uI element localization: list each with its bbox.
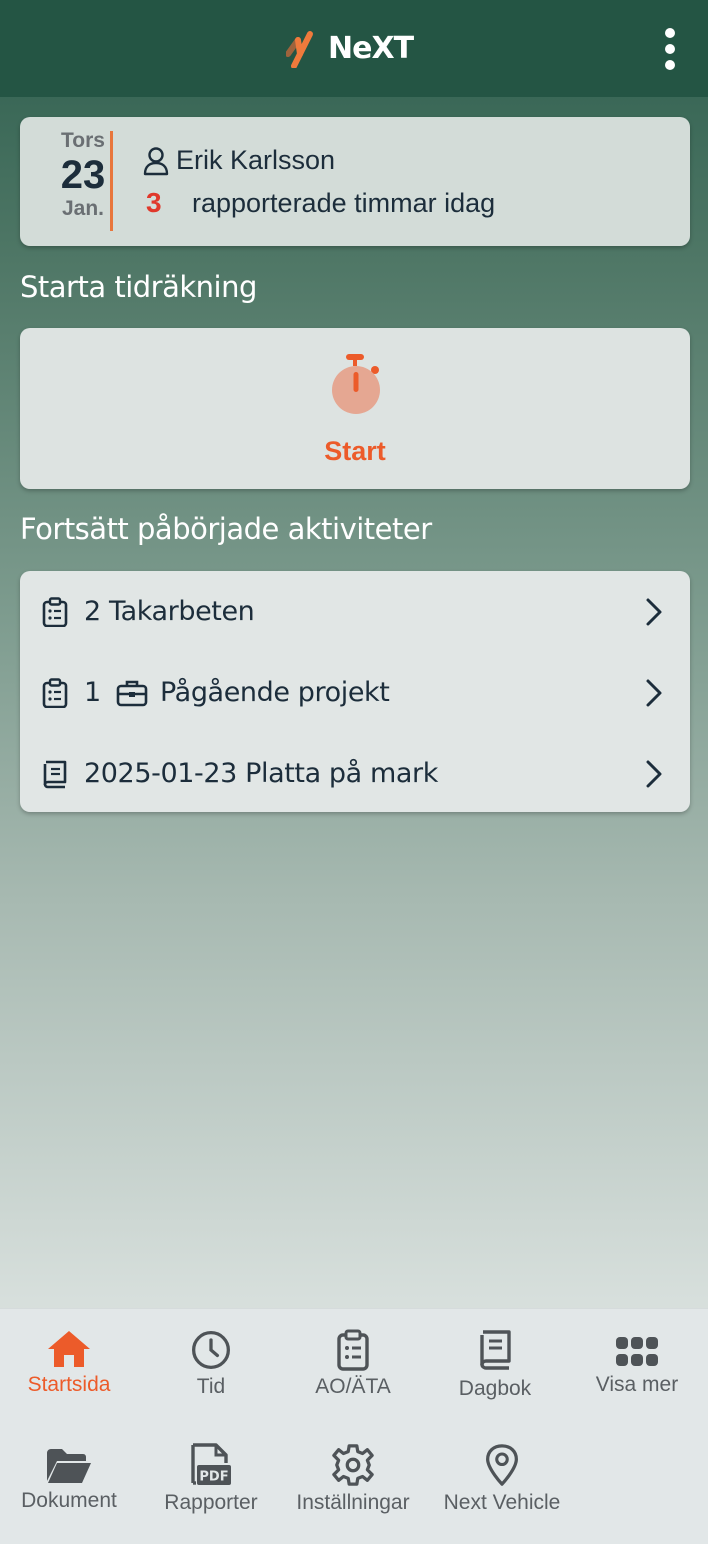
activity-label: Pågående projekt [160, 676, 390, 708]
clipboard-icon [42, 597, 68, 627]
nav-label: Inställningar [296, 1491, 410, 1514]
user-icon [143, 146, 169, 175]
stopwatch-icon [332, 354, 380, 414]
activities-list: 2 Takarbeten 1 Pågående projekt 2025-01-… [20, 571, 690, 812]
clipboard-icon [42, 678, 68, 708]
start-label: Start [324, 436, 386, 466]
chevron-right-icon [646, 679, 662, 707]
nav-installningar[interactable]: Inställningar [283, 1443, 423, 1515]
app-header: NeXT [0, 0, 708, 97]
nav-dokument[interactable]: Dokument [0, 1447, 139, 1513]
nav-label: AO/ÄTA [315, 1375, 391, 1398]
clock-icon [192, 1331, 230, 1369]
svg-text:PDF: PDF [199, 1470, 228, 1485]
start-section-title: Starta tidräkning [20, 270, 257, 304]
activity-item[interactable]: 2025-01-23 Platta på mark [20, 733, 690, 813]
chevron-right-icon [646, 598, 662, 626]
start-timer-button[interactable]: Start [20, 328, 690, 489]
nav-next-vehicle[interactable]: Next Vehicle [432, 1443, 572, 1515]
nav-label: Rapporter [164, 1491, 258, 1514]
folder-icon [47, 1449, 91, 1483]
nav-label: Tid [196, 1375, 226, 1398]
next-logo: NeXT [286, 26, 414, 70]
nav-visa-mer[interactable]: Visa mer [567, 1335, 707, 1397]
nav-startsida[interactable]: Startsida [0, 1329, 139, 1397]
nav-ao-ata[interactable]: AO/ÄTA [283, 1329, 423, 1399]
date-day: 23 [60, 153, 106, 197]
nav-label: Visa mer [595, 1373, 679, 1396]
logo-mark-icon [286, 31, 313, 68]
activity-count: 1 [84, 676, 101, 708]
home-icon [48, 1331, 90, 1367]
pdf-icon: PDF [191, 1443, 231, 1485]
book-icon [480, 1330, 511, 1370]
nav-label: Startsida [27, 1373, 111, 1396]
logo-text: NeXT [328, 30, 414, 66]
user-row: Erik Karlsson [142, 145, 335, 176]
date-month: Jan. [61, 197, 105, 220]
date-divider [110, 131, 113, 231]
activity-label: 2 Takarbeten [84, 595, 255, 627]
hours-row: 3 rapporterade timmar idag [146, 187, 495, 219]
grid-icon [616, 1337, 658, 1366]
chevron-right-icon [646, 760, 662, 788]
date-weekday: Tors [61, 129, 105, 152]
reported-hours-count: 3 [146, 187, 162, 218]
nav-label: Dagbok [458, 1377, 532, 1400]
nav-dagbok[interactable]: Dagbok [425, 1329, 565, 1401]
briefcase-icon [116, 680, 148, 707]
more-options-icon[interactable] [652, 24, 688, 74]
clipboard-icon [337, 1329, 369, 1371]
activity-item[interactable]: 1 Pågående projekt [20, 652, 690, 732]
date-block: Tors 23 Jan. [38, 129, 128, 221]
activity-label: 2025-01-23 Platta på mark [84, 757, 438, 789]
activity-item[interactable]: 2 Takarbeten [20, 571, 690, 651]
reported-hours-label: rapporterade timmar idag [192, 187, 496, 218]
activities-section-title: Fortsätt påbörjade aktiviteter [20, 512, 432, 546]
bottom-navigation: Startsida Tid AO/ÄTA Dagbok Visa mer Dok… [0, 1308, 708, 1544]
user-name: Erik Karlsson [176, 145, 336, 175]
nav-tid[interactable]: Tid [141, 1329, 281, 1399]
nav-rapporter[interactable]: PDF Rapporter [141, 1443, 281, 1515]
location-pin-icon [486, 1444, 518, 1486]
gear-icon [332, 1444, 374, 1486]
book-icon [43, 760, 67, 789]
today-summary-card: Tors 23 Jan. Erik Karlsson 3 rapporterad… [20, 117, 690, 246]
nav-label: Dokument [21, 1489, 117, 1512]
nav-label: Next Vehicle [443, 1491, 561, 1514]
